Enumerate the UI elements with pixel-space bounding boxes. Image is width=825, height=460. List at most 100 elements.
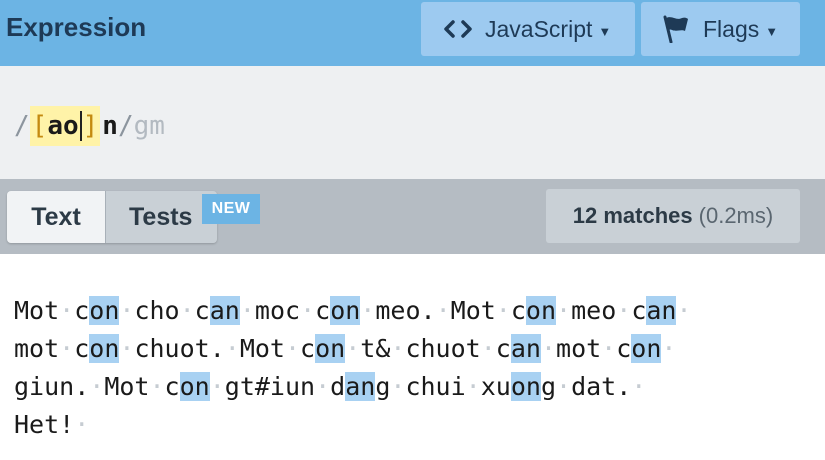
text-segment: c [315,296,331,325]
whitespace-dot: · [390,372,406,401]
whitespace-dot: · [601,334,617,363]
match-highlight: an [345,372,376,401]
flags-label: Flags [703,15,760,42]
whitespace-dot: · [616,296,632,325]
panel-title: Expression [6,12,147,42]
match-count-badge[interactable]: 12 matches (0.2ms) [546,189,800,243]
whitespace-dot: · [59,296,75,325]
text-segment: g [540,372,557,401]
text-line: mot·con·chuot.·Mot·con·t&·chuot·can·mot·… [14,330,692,368]
whitespace-dot: · [239,296,255,325]
test-text-area[interactable]: Mot·con·cho·can·moc·con·meo.·Mot·con·meo… [0,254,825,460]
text-segment: gt#iun [224,372,316,401]
match-highlight: on [525,296,557,325]
whitespace-dot: · [315,372,331,401]
expression-flags[interactable]: gm [134,111,165,141]
chevron-down-icon: ▼ [765,23,779,39]
whitespace-dot: · [119,296,135,325]
whitespace-dot: · [89,372,105,401]
new-badge: NEW [202,194,260,224]
text-segment: Mot [104,372,150,401]
whitespace-dot: · [149,372,165,401]
character-set[interactable]: [ ao ] [29,106,101,146]
match-highlight: on [89,334,120,363]
text-segment: c [74,296,90,325]
expression-editor[interactable]: / [ ao ] n / gm [0,66,825,179]
text-segment: chuot. [134,334,225,363]
match-highlight: an [646,296,677,325]
text-segment: chuot [405,334,481,363]
whitespace-dot: · [556,372,572,401]
whitespace-dot: · [224,334,240,363]
text-segment: d [330,372,346,401]
match-time: (0.2ms) [698,203,774,228]
whitespace-dot: · [540,334,557,363]
match-highlight: on [89,296,120,325]
whitespace-dot: · [631,372,647,401]
match-highlight: on [330,296,361,325]
match-highlight: on [315,334,346,363]
text-segment: c [300,334,316,363]
whitespace-dot: · [179,296,195,325]
flavor-label: JavaScript [485,15,593,42]
text-cursor [79,111,82,141]
whitespace-dot: · [74,410,90,439]
text-segment: c [616,334,632,363]
text-segment: c [74,334,90,363]
set-open-bracket: [ [31,111,48,141]
text-segment: Mot [450,296,496,325]
text-segment: c [510,296,526,325]
close-delimiter: / [117,111,134,141]
text-segment: g [375,372,391,401]
open-delimiter: / [14,111,30,141]
text-segment: meo. [375,296,436,325]
whitespace-dot: · [661,334,677,363]
text-segment: Het! [14,410,75,439]
text-line: Mot·con·cho·can·moc·con·meo.·Mot·con·meo… [14,292,692,330]
text-segment: Mot [239,334,285,363]
whitespace-dot: · [59,334,75,363]
whitespace-dot: · [300,296,316,325]
whitespace-dot: · [360,296,376,325]
whitespace-dot: · [495,296,511,325]
text-segment: Mot [14,296,60,325]
text-segment: chui [405,372,466,401]
text-segment: dat. [571,372,632,401]
set-characters: ao [47,111,79,141]
match-highlight: on [510,372,541,401]
whitespace-dot: · [480,334,496,363]
tab-group: Text Tests [7,191,217,243]
flavor-button[interactable]: JavaScript ▼ [421,2,635,56]
whitespace-dot: · [390,334,406,363]
match-highlight: on [631,334,662,363]
expression-input[interactable]: / [ ao ] n / gm [14,106,165,146]
text-segment: giun. [14,372,90,401]
whitespace-dot: · [119,334,135,363]
text-segment: c [194,296,210,325]
whitespace-dot: · [284,334,301,363]
whitespace-dot: · [209,372,225,401]
text-segment: xu [480,372,511,401]
flags-button[interactable]: Flags ▼ [641,2,800,56]
tab-tests[interactable]: Tests [105,191,217,243]
match-highlight: an [209,296,240,325]
flag-icon [661,15,691,43]
text-segment: c [164,372,180,401]
tab-text[interactable]: Text [7,191,105,243]
set-close-bracket: ] [82,111,99,141]
text-segment: t& [360,334,391,363]
match-count: 12 matches [572,203,693,228]
expression-header: Expression JavaScript ▼ Flags ▼ [0,0,825,66]
text-segment: mot [556,334,602,363]
text-segment: cho [134,296,180,325]
tab-bar: Text Tests 12 matches (0.2ms) [0,179,825,254]
test-text-content[interactable]: Mot·con·cho·can·moc·con·meo.·Mot·con·meo… [14,292,692,444]
text-segment: meo [571,296,617,325]
chevron-down-icon: ▼ [598,23,612,39]
text-segment: moc [254,296,301,325]
whitespace-dot: · [465,372,481,401]
code-icon [443,19,473,39]
match-highlight: an [510,334,541,363]
whitespace-dot: · [345,334,361,363]
match-highlight: on [179,372,210,401]
